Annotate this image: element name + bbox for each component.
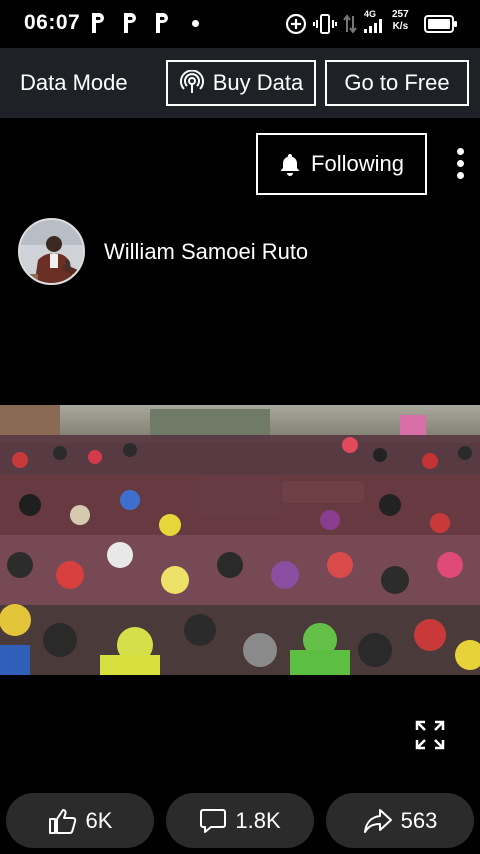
- video-player[interactable]: [0, 405, 480, 675]
- share-count: 563: [400, 807, 438, 833]
- share-button[interactable]: 563: [326, 793, 474, 848]
- network-type-label: 4G: [364, 9, 377, 19]
- crowd-video-frame: [0, 405, 480, 675]
- status-time: 06:07: [24, 11, 81, 34]
- status-bar: 06:07 4G 257 K/s: [0, 0, 480, 48]
- following-label: Following: [311, 151, 404, 176]
- broadcast-icon: [179, 70, 204, 93]
- network-speed-unit: K/s: [392, 21, 409, 32]
- profile-photo: [20, 220, 83, 283]
- data-mode-bar: Data Mode Buy Data Go to Free: [0, 48, 480, 118]
- p-app-icon: [92, 13, 104, 33]
- vibrate-icon: [313, 14, 337, 34]
- go-to-free-label: Go to Free: [344, 70, 450, 95]
- comment-icon: [200, 808, 227, 833]
- buy-data-label: Buy Data: [212, 70, 304, 95]
- like-button[interactable]: 6K: [6, 793, 154, 848]
- network-speed: 257 K/s: [392, 9, 409, 33]
- bell-icon: [280, 154, 300, 176]
- data-saver-icon: [285, 13, 307, 35]
- like-count: 6K: [85, 807, 113, 833]
- following-button[interactable]: Following: [256, 133, 427, 195]
- p-app-icon: [124, 13, 136, 33]
- more-options-icon[interactable]: [450, 145, 472, 181]
- thumbs-up-icon: [48, 808, 76, 834]
- data-transfer-icon: [343, 14, 357, 34]
- comment-count: 1.8K: [235, 807, 281, 833]
- comment-button[interactable]: 1.8K: [166, 793, 314, 848]
- buy-data-button[interactable]: Buy Data: [166, 60, 316, 106]
- p-app-icon: [156, 13, 168, 33]
- author-name[interactable]: William Samoei Ruto: [104, 239, 308, 265]
- signal-icon: [364, 19, 382, 33]
- notification-dot-icon: [192, 20, 199, 27]
- fullscreen-icon[interactable]: [414, 719, 446, 751]
- battery-icon: [424, 15, 457, 33]
- share-icon: [363, 808, 392, 833]
- go-to-free-button[interactable]: Go to Free: [325, 60, 469, 106]
- network-speed-value: 257: [392, 9, 409, 20]
- data-mode-title: Data Mode: [20, 70, 128, 95]
- avatar[interactable]: [18, 218, 85, 285]
